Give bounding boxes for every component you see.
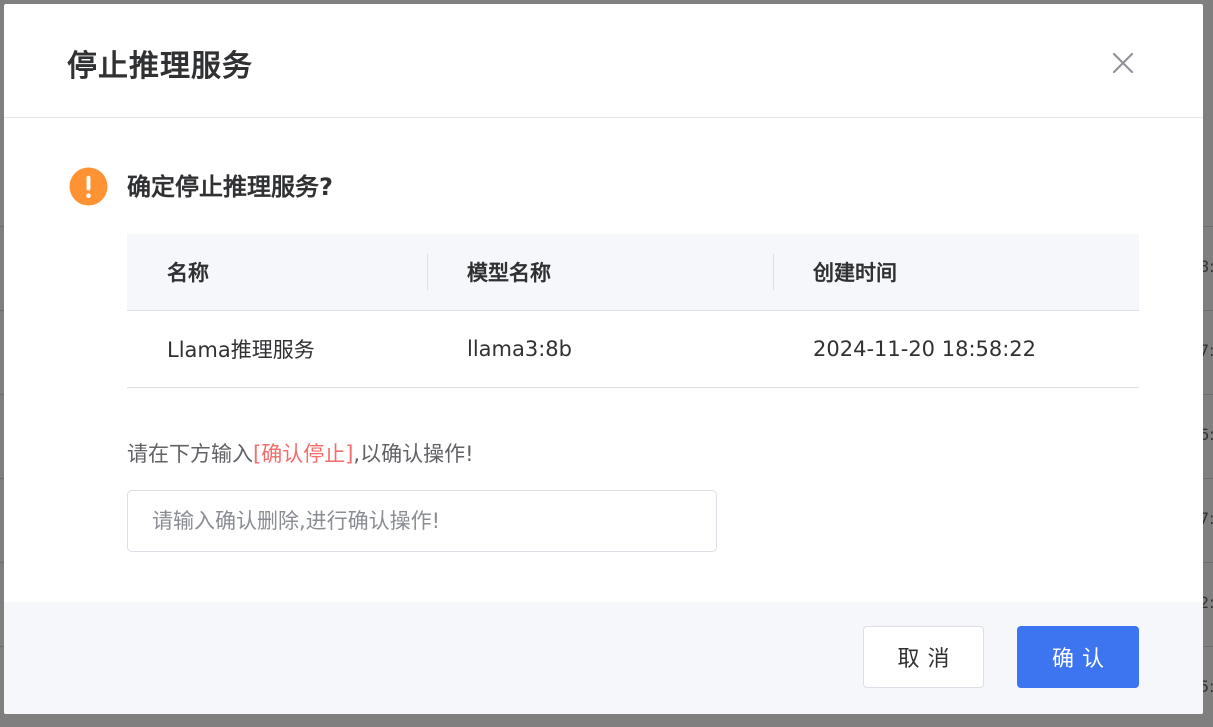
- cell-service-name: Llama推理服务: [127, 310, 427, 388]
- dialog-footer: 取消 确认: [4, 602, 1203, 714]
- cell-created-time: 2024-11-20 18:58:22: [773, 310, 1139, 388]
- cancel-button[interactable]: 取消: [863, 626, 984, 688]
- column-divider: [427, 254, 428, 290]
- dialog-title: 停止推理服务: [67, 49, 253, 84]
- column-divider: [773, 254, 774, 290]
- instruction-prefix: 请在下方输入: [127, 442, 253, 466]
- close-button[interactable]: [1108, 48, 1138, 78]
- cell-model-name: llama3:8b: [427, 310, 773, 388]
- confirm-button[interactable]: 确认: [1017, 626, 1139, 688]
- instruction-suffix: ,以确认操作!: [353, 442, 474, 466]
- column-header-name: 名称: [127, 234, 427, 311]
- close-icon: [1112, 52, 1134, 74]
- service-info-table: 名称 模型名称 创建时间 Llama推理服务 llama3:8b 2024-11…: [127, 234, 1139, 388]
- instruction-keyword: [确认停止]: [253, 442, 354, 466]
- confirm-text-input[interactable]: [127, 490, 717, 552]
- stop-service-dialog: 停止推理服务 确定停止推理服务? 名称 模型名称 创建时间 Llama推理服务 …: [4, 4, 1203, 714]
- confirm-question: 确定停止推理服务?: [127, 173, 333, 201]
- dialog-header: 停止推理服务: [4, 4, 1203, 118]
- column-header-model-name: 模型名称: [427, 234, 773, 311]
- confirm-instruction: 请在下方输入[确认停止],以确认操作!: [127, 438, 473, 468]
- exclamation-circle-icon: [69, 167, 108, 206]
- column-header-created-time: 创建时间: [773, 234, 1139, 311]
- table-row: Llama推理服务 llama3:8b 2024-11-20 18:58:22: [127, 310, 1139, 388]
- table-header-row: 名称 模型名称 创建时间: [127, 234, 1139, 311]
